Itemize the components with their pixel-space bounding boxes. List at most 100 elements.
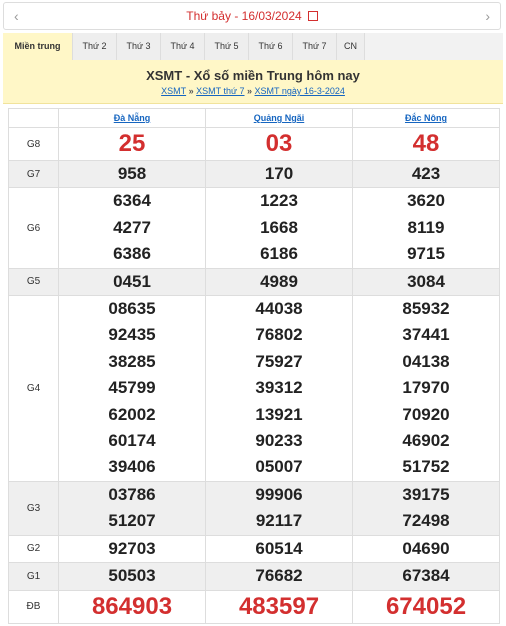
breadcrumb-separator: » <box>186 86 197 96</box>
prize-row: G7 958 170 423 <box>8 159 500 189</box>
prize-number: 423 <box>411 164 441 183</box>
prize-number: 6386 <box>113 244 151 264</box>
prize-number: 39406 <box>108 457 156 477</box>
prize-number: 38285 <box>108 351 156 371</box>
prize-cell: 423 <box>352 159 500 189</box>
prize-row: G3 03786 51207 99906 92117 39175 72498 <box>8 480 500 536</box>
prize-cell: 04690 <box>352 534 500 564</box>
prize-cell: 92703 <box>58 534 206 564</box>
prize-number: 13921 <box>255 404 303 424</box>
prize-row: G6 6364 4277 6386 1223 1668 6186 3620 8119 9715 <box>8 187 500 269</box>
breadcrumb: XSMT » XSMT thứ 7 » XSMT ngày 16-3-2024 <box>3 86 503 96</box>
prize-cell: 170 <box>205 159 353 189</box>
prize-number: 50503 <box>108 566 156 586</box>
prize-number: 72498 <box>402 511 450 531</box>
prize-number: 99906 <box>255 484 303 504</box>
prize-number: 483597 <box>238 592 320 620</box>
prize-cell: 0451 <box>58 267 206 297</box>
prize-number: 1668 <box>260 217 298 237</box>
prize-cell: 03786 51207 <box>58 480 206 536</box>
prize-number: 25 <box>118 130 146 157</box>
tab-thu-5[interactable]: Thứ 5 <box>205 33 249 60</box>
prize-cell: 674052 <box>352 589 500 624</box>
prize-cell: 4989 <box>205 267 353 297</box>
prize-cell: 3620 8119 9715 <box>352 187 500 269</box>
tab-thu-4[interactable]: Thứ 4 <box>161 33 205 60</box>
prize-cell: 1223 1668 6186 <box>205 187 353 269</box>
prize-label: G8 <box>8 127 59 161</box>
prize-number: 70920 <box>402 404 450 424</box>
prize-number: 958 <box>117 164 147 183</box>
tab-cn[interactable]: CN <box>337 33 365 60</box>
prize-label: G6 <box>8 187 59 269</box>
prize-row: G1 50503 76682 67384 <box>8 562 500 591</box>
prize-label: ĐB <box>8 589 59 624</box>
tab-thu-3[interactable]: Thứ 3 <box>117 33 161 60</box>
breadcrumb-separator: » <box>244 86 255 96</box>
results-table: Đà Nẵng Quảng Ngãi Đắc Nông G8 25 03 48 G7 95… <box>8 108 500 624</box>
prize-cell: 44038 76802 75927 39312 13921 90233 05007 <box>205 295 353 482</box>
tab-thu-7[interactable]: Thứ 7 <box>293 33 337 60</box>
prize-cell: 3084 <box>352 267 500 297</box>
next-day-arrow-icon[interactable]: › <box>485 8 490 24</box>
date-text: Thứ bảy - 16/03/2024 <box>186 9 302 23</box>
province-link[interactable]: Đắc Nông <box>352 108 500 128</box>
calendar-icon[interactable] <box>307 11 318 21</box>
prize-number: 03 <box>265 130 293 157</box>
prize-number: 17970 <box>402 378 450 398</box>
province-link[interactable]: Quảng Ngãi <box>205 108 353 128</box>
prize-number: 39312 <box>255 378 303 398</box>
prize-cell: 08635 92435 38285 45799 62002 60174 39406 <box>58 295 206 482</box>
prize-number: 6186 <box>260 244 298 264</box>
prize-cell: 39175 72498 <box>352 480 500 536</box>
prize-number: 51752 <box>402 457 450 477</box>
province-link[interactable]: Đà Nẵng <box>58 108 206 128</box>
breadcrumb-date[interactable]: XSMT ngày 16-3-2024 <box>255 86 345 96</box>
breadcrumb-xsmt[interactable]: XSMT <box>161 86 186 96</box>
prize-label: G7 <box>8 159 59 189</box>
prize-label: G5 <box>8 267 59 297</box>
table-header: Đà Nẵng Quảng Ngãi Đắc Nông <box>8 108 500 128</box>
date-picker[interactable]: Thứ bảy - 16/03/2024 <box>4 9 500 23</box>
tab-mien-trung[interactable]: Miền trung <box>3 33 73 60</box>
tab-thu-2[interactable]: Thứ 2 <box>73 33 117 60</box>
prize-number: 45799 <box>108 378 156 398</box>
prize-number: 46902 <box>402 431 450 451</box>
prize-number: 03786 <box>108 484 156 504</box>
weekday-tabs: Miền trung Thứ 2 Thứ 3 Thứ 4 Thứ 5 Thứ 6… <box>3 33 503 61</box>
prize-number: 85932 <box>402 299 450 319</box>
prize-cell: 483597 <box>205 589 353 624</box>
prize-number: 62002 <box>108 404 156 424</box>
prize-row: G2 92703 60514 04690 <box>8 534 500 564</box>
prize-cell: 50503 <box>58 562 206 591</box>
prize-number: 1223 <box>260 191 298 211</box>
prize-number: 67384 <box>402 566 450 586</box>
prize-number: 76682 <box>255 566 303 586</box>
results-heading: XSMT - Xổ số miền Trung hôm nay XSMT » X… <box>3 60 503 104</box>
prize-cell: 864903 <box>58 589 206 624</box>
prize-number: 3084 <box>407 271 445 291</box>
prize-number: 0451 <box>113 271 151 291</box>
page-title: XSMT - Xổ số miền Trung hôm nay <box>146 68 360 83</box>
prize-cell: 25 <box>58 127 206 161</box>
breadcrumb-xsmt-thu-7[interactable]: XSMT thứ 7 <box>196 86 244 96</box>
prize-number: 44038 <box>255 299 303 319</box>
prize-number: 08635 <box>108 299 156 319</box>
prize-number: 92703 <box>108 538 156 558</box>
prize-number: 864903 <box>91 592 173 620</box>
tab-thu-6[interactable]: Thứ 6 <box>249 33 293 60</box>
prize-row: ĐB 864903 483597 674052 <box>8 589 500 624</box>
prize-number: 9715 <box>407 244 445 264</box>
prize-number: 37441 <box>402 325 450 345</box>
prize-label: G4 <box>8 295 59 482</box>
prize-number: 39175 <box>402 484 450 504</box>
lottery-page: ‹ Thứ bảy - 16/03/2024 › Miền trung Thứ … <box>0 0 506 626</box>
prize-row: G4 08635 92435 38285 45799 62002 60174 39406 440… <box>8 295 500 482</box>
prize-cell: 6364 4277 6386 <box>58 187 206 269</box>
prize-number: 170 <box>264 164 294 183</box>
prize-number: 60514 <box>255 538 303 558</box>
prize-number: 04138 <box>402 351 450 371</box>
prize-label: G3 <box>8 480 59 536</box>
prize-cell: 03 <box>205 127 353 161</box>
prize-number: 04690 <box>402 538 450 558</box>
